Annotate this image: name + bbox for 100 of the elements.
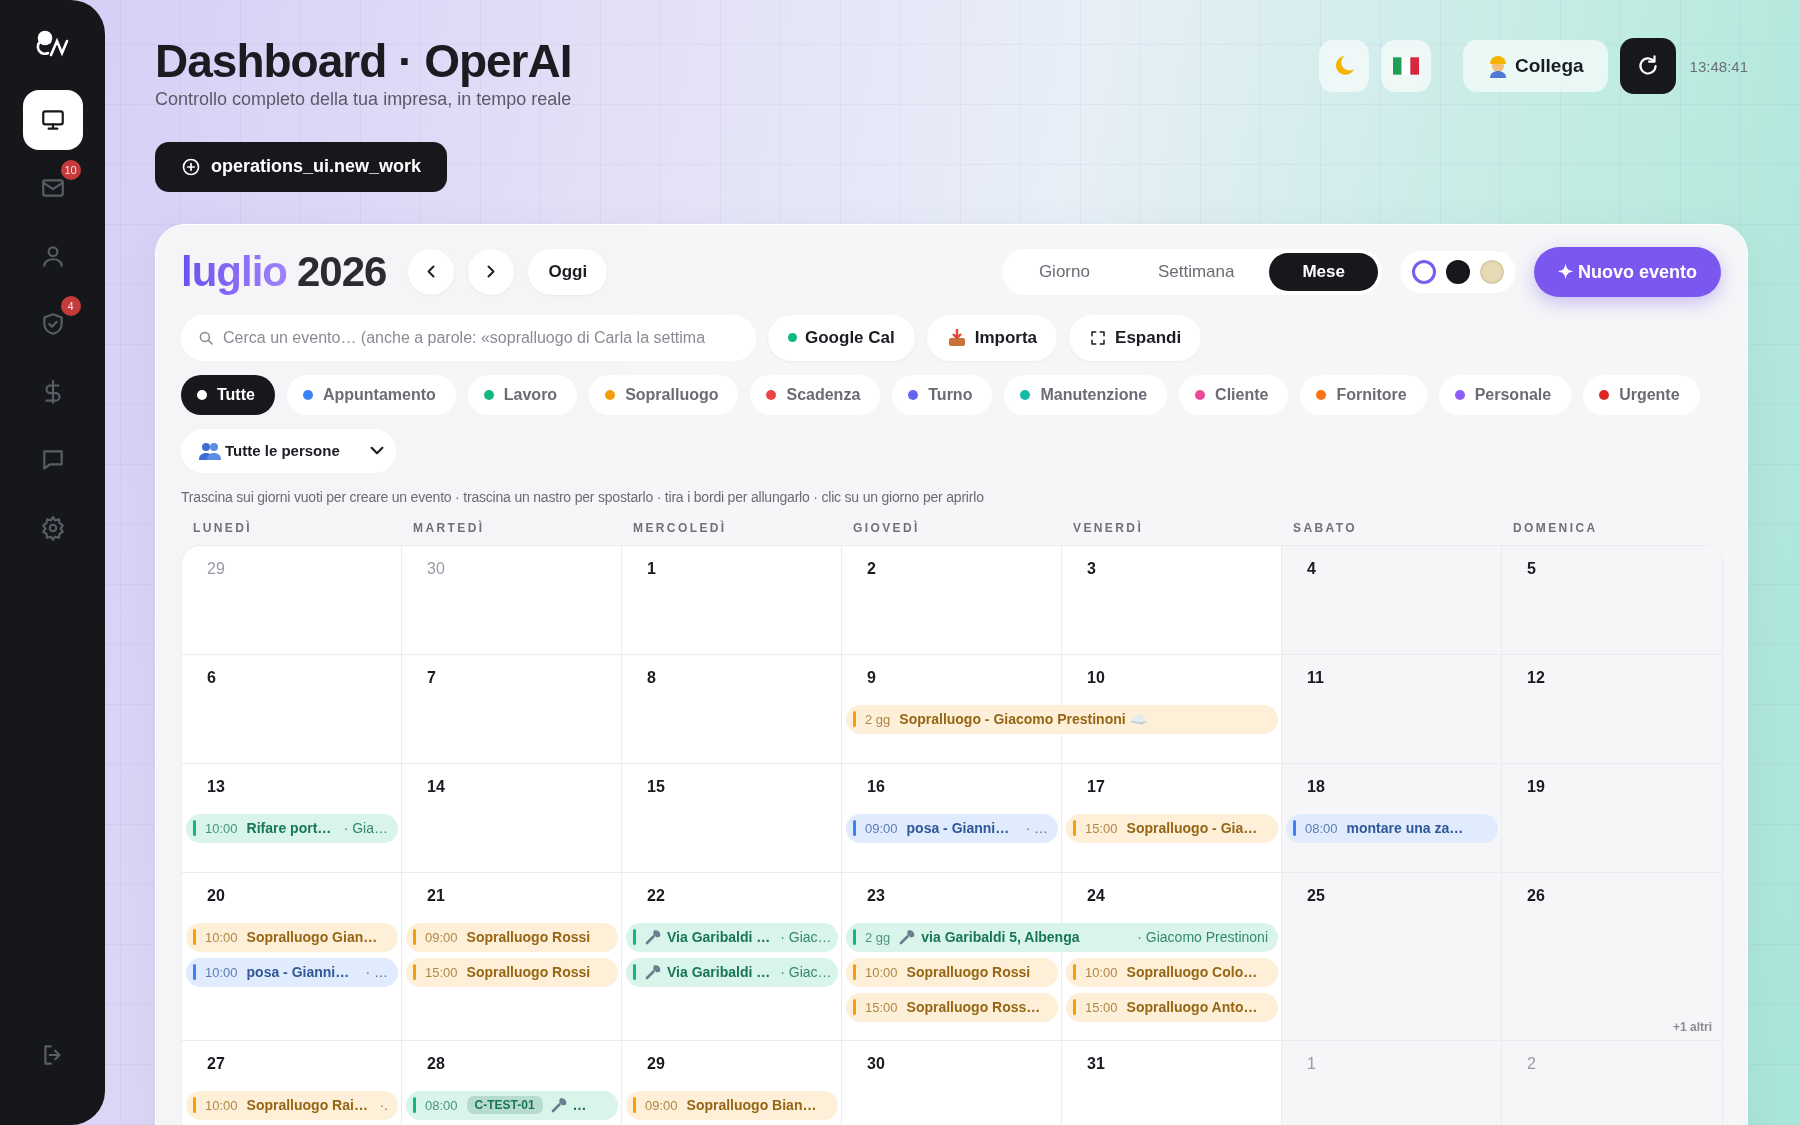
day-number[interactable]: 24	[1062, 872, 1105, 905]
toolbar-button[interactable]: Importa	[926, 314, 1058, 361]
event-chip[interactable]: 09:00 Sopralluogo Bian…	[626, 1090, 838, 1120]
day-number[interactable]: 10	[1062, 654, 1105, 687]
filter-chip[interactable]: Urgente	[1583, 374, 1700, 415]
weekday-header: VENERDÌ	[1072, 520, 1145, 535]
day-number[interactable]: 30	[842, 1040, 885, 1073]
event-title: Sopralluogo Colo…	[1126, 964, 1258, 981]
filter-chip[interactable]: Tutte	[181, 374, 275, 415]
theme-button[interactable]	[1319, 40, 1369, 92]
people-icon	[199, 441, 221, 460]
day-number[interactable]: 4	[1282, 545, 1316, 578]
day-number[interactable]: 1	[622, 545, 656, 578]
day-number[interactable]: 20	[182, 872, 225, 905]
filter-chip[interactable]: Appuntamento	[286, 374, 456, 415]
event-chip[interactable]: Via Garibaldi … · Giac…	[626, 922, 838, 952]
filter-chip[interactable]: Cliente	[1179, 374, 1289, 415]
event-chip[interactable]: 2 gg Sopralluogo - Giacomo Prestinoni ☁	[846, 704, 1278, 734]
color-swatch[interactable]	[1412, 259, 1436, 284]
event-title: Via Garibaldi …	[667, 964, 771, 981]
event-chip[interactable]: 15:00 Sopralluogo Anto…	[1066, 992, 1278, 1022]
event-time: 09:00	[645, 1097, 678, 1113]
event-chip[interactable]: 15:00 Sopralluogo - Gia…	[1066, 813, 1278, 843]
filter-chip[interactable]: Sopralluogo	[589, 374, 739, 415]
event-chip[interactable]: 08:00 C-TEST-01 …	[406, 1090, 618, 1120]
chevron-left-icon	[427, 265, 436, 279]
day-number[interactable]: 16	[842, 763, 885, 796]
sidebar-item[interactable]: 10	[22, 158, 83, 218]
weekday-header: MERCOLEDÌ	[632, 520, 728, 535]
toolbar-button[interactable]: Espandi	[1069, 314, 1202, 361]
day-number[interactable]: 2	[842, 545, 876, 578]
day-number[interactable]: 8	[622, 654, 656, 687]
refresh-button[interactable]	[1619, 38, 1676, 94]
filter-chip[interactable]: Personale	[1438, 374, 1572, 415]
day-number[interactable]: 12	[1502, 654, 1545, 687]
event-chip[interactable]: 10:00 Sopralluogo Colo…	[1066, 957, 1278, 987]
day-number[interactable]: 23	[842, 872, 885, 905]
day-number[interactable]: 15	[622, 763, 665, 796]
filter-chip[interactable]: Fornitore	[1300, 374, 1427, 415]
view-tab[interactable]: Settimana	[1124, 252, 1268, 291]
weekday-header: SABATO	[1292, 520, 1358, 535]
wrench-icon	[550, 1097, 567, 1114]
day-number[interactable]: 22	[622, 872, 665, 905]
event-chip[interactable]: 2 gg via Garibaldi 5, Albenga · Giacomo Prestinoni	[846, 922, 1278, 952]
filter-chip[interactable]: Scadenza	[750, 374, 881, 415]
filter-chip[interactable]: Turno	[892, 374, 993, 415]
event-chip[interactable]: 10:00 Sopralluogo Gian…	[186, 922, 398, 952]
day-number[interactable]: 5	[1502, 545, 1536, 578]
day-number[interactable]: 6	[182, 654, 216, 687]
people-dropdown[interactable]: Tutte le persone	[181, 428, 396, 473]
event-title: Rifare port…	[246, 820, 332, 837]
event-chip[interactable]: 10:00 Rifare port… · Gia…	[186, 813, 398, 843]
year-title: 2026	[297, 247, 387, 296]
day-number[interactable]: 26	[1502, 872, 1545, 905]
day-number[interactable]: 7	[402, 654, 436, 687]
view-tab[interactable]: Mese	[1269, 252, 1378, 291]
filter-chip[interactable]: Manutenzione	[1004, 374, 1168, 415]
sidebar-item[interactable]	[22, 90, 83, 150]
day-number[interactable]: 21	[402, 872, 445, 905]
event-time: 08:00	[425, 1097, 458, 1113]
language-button[interactable]	[1381, 40, 1431, 92]
new-event-button[interactable]: ✦ Nuovo evento	[1534, 246, 1721, 297]
event-chip[interactable]: 10:00 Sopralluogo Rossi	[846, 957, 1058, 987]
new-work-button[interactable]: operations_ui.new_work	[155, 141, 448, 192]
search-field[interactable]: Cerca un evento… (anche a parole: «sopralluogo di Carla la settima	[181, 314, 756, 361]
day-number[interactable]: 11	[1282, 654, 1324, 687]
day-number[interactable]: 18	[1282, 763, 1325, 796]
day-number[interactable]: 25	[1282, 872, 1325, 905]
event-chip[interactable]: 09:00 posa - Gianni… · …	[846, 813, 1058, 843]
day-number[interactable]: 14	[402, 763, 445, 796]
event-time: 10:00	[205, 1097, 238, 1113]
event-person: ·.	[378, 1097, 388, 1114]
event-chip[interactable]: 08:00 montare una za…	[1286, 813, 1498, 843]
event-chip[interactable]: 10:00 posa - Gianni… · …	[186, 957, 398, 987]
day-number[interactable]: 3	[1062, 545, 1096, 578]
event-chip[interactable]: 15:00 Sopralluogo Ross…	[846, 992, 1058, 1022]
toolbar-button[interactable]: Google Cal	[768, 314, 915, 361]
day-number[interactable]: 29	[622, 1040, 665, 1073]
usage-hint: Trascina sui giorni vuoti per creare un evento · trascina un nastro per spostarlo · tira i bordi per allungarlo · clic su un giorno per aprirlo	[181, 488, 985, 505]
event-chip[interactable]: 10:00 Sopralluogo Rai… ·.	[186, 1090, 398, 1120]
day-number[interactable]: 31	[1062, 1040, 1105, 1073]
filter-chip[interactable]: Lavoro	[467, 374, 578, 415]
weekday-header: GIOVEDÌ	[852, 520, 921, 535]
today-button[interactable]: Oggi	[528, 248, 608, 295]
day-number[interactable]: 13	[182, 763, 225, 796]
event-chip[interactable]: 15:00 Sopralluogo Rossi	[406, 957, 618, 987]
view-tab[interactable]: Giorno	[1005, 252, 1123, 291]
day-number[interactable]: 27	[182, 1040, 225, 1073]
day-number[interactable]: 17	[1062, 763, 1105, 796]
event-chip[interactable]: 09:00 Sopralluogo Rossi	[406, 922, 618, 952]
event-title: Sopralluogo Anto…	[1126, 999, 1258, 1016]
day-number[interactable]: 28	[402, 1040, 445, 1073]
event-time: 15:00	[865, 999, 898, 1015]
event-chip[interactable]: Via Garibaldi … · Giac…	[626, 957, 838, 987]
connect-button[interactable]: Collega	[1463, 40, 1608, 92]
day-number[interactable]: 19	[1502, 763, 1545, 796]
event-title: …	[572, 1097, 587, 1114]
day-number[interactable]: 9	[842, 654, 876, 687]
sidebar-item[interactable]: 4	[22, 294, 83, 354]
event-title: Sopralluogo Bian…	[686, 1097, 817, 1114]
